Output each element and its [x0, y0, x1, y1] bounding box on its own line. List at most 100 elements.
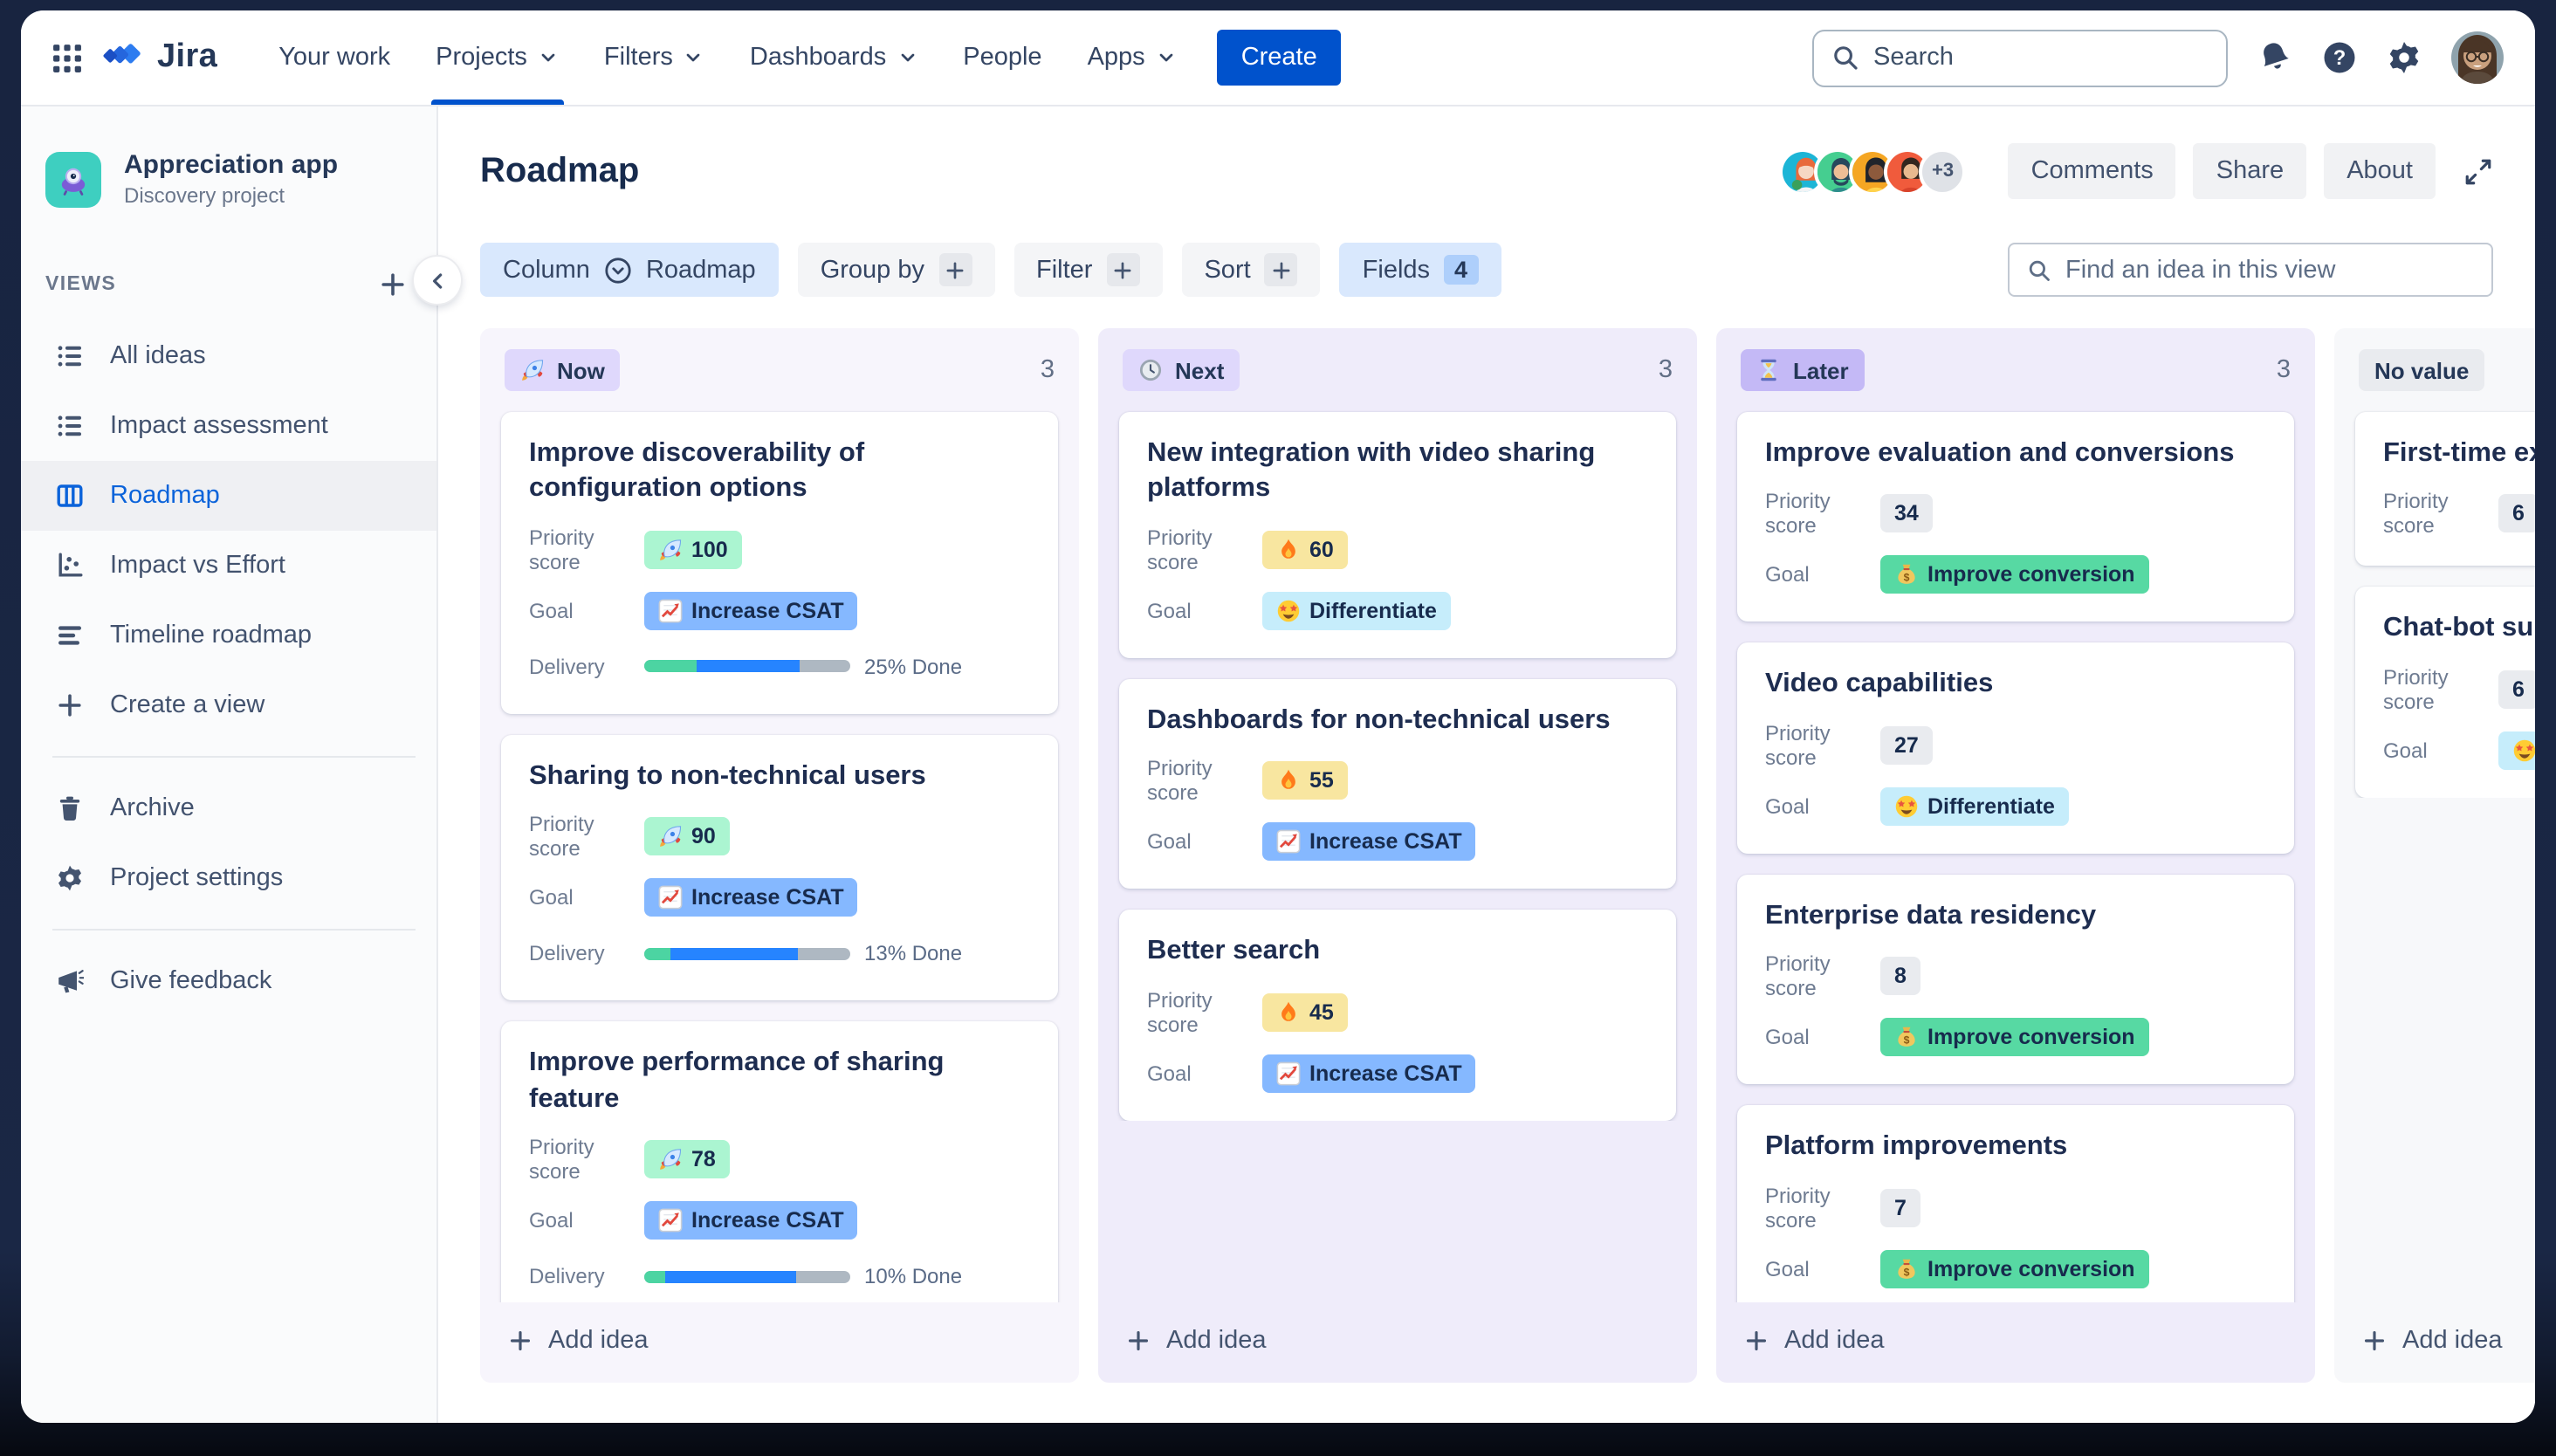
create-button[interactable]: Create [1216, 30, 1342, 86]
idea-card[interactable]: Platform improvements Priority score 7 G… [1737, 1105, 2294, 1302]
column-selector-chip[interactable]: Column Roadmap [480, 243, 779, 297]
card-title: Dashboards for non-technical users [1147, 704, 1611, 735]
nav-your-work[interactable]: Your work [256, 10, 413, 105]
idea-card[interactable]: Improve performance of sharing feature P… [501, 1021, 1058, 1302]
star-struck-icon [1276, 599, 1301, 623]
nav-dashboards[interactable]: Dashboards [727, 10, 940, 105]
list-icon [54, 342, 84, 370]
priority-score-pill: 100 [644, 530, 742, 569]
add-idea-button[interactable]: Add idea [1716, 1302, 2315, 1383]
rocket-icon [658, 825, 683, 849]
money-bag-icon [1894, 1257, 1919, 1281]
idea-card[interactable]: Video capabilities Priority score 27 Goa… [1737, 642, 2294, 854]
idea-card[interactable]: Enterprise data residency Priority score… [1737, 874, 2294, 1085]
priority-score-pill: 6 [2498, 494, 2535, 533]
idea-card[interactable]: First-time ex Priority score 6 [2355, 412, 2535, 567]
priority-score-pill: 78 [644, 1140, 730, 1179]
chevron-down-icon [1156, 47, 1177, 68]
column-badge-later: Later [1741, 349, 1865, 391]
app-switcher-button[interactable] [52, 43, 82, 72]
nav-apps[interactable]: Apps [1065, 10, 1199, 105]
card-title: Chat-bot sup [2383, 613, 2535, 643]
card-title: Improve discoverability of configuration… [529, 438, 865, 504]
notifications-button[interactable] [2257, 40, 2292, 75]
progress-bar [644, 947, 850, 960]
settings-button[interactable] [2387, 40, 2422, 75]
priority-score-pill: 27 [1880, 725, 1933, 765]
sort-chip[interactable]: Sort [1181, 243, 1321, 297]
goal-pill: Differentiate [1262, 591, 1451, 630]
sidebar-item-impact-assessment[interactable]: Impact assessment [21, 391, 436, 461]
column-header: Later 3 [1716, 328, 2315, 409]
column-next: Next 3 New integration with video sharin… [1098, 328, 1697, 1383]
sidebar-item-all-ideas[interactable]: All ideas [21, 321, 436, 391]
sidebar-item-give-feedback[interactable]: Give feedback [21, 946, 436, 1016]
about-button[interactable]: About [2324, 143, 2436, 199]
sidebar-item-create-view[interactable]: Create a view [21, 670, 436, 740]
add-view-button[interactable] [379, 271, 407, 299]
add-idea-button[interactable]: Add idea [480, 1302, 1079, 1383]
card-title: Video capabilities [1765, 669, 1994, 699]
find-idea-input[interactable] [2065, 256, 2474, 284]
priority-score-label: Priority score [529, 1135, 594, 1185]
top-navigation: Jira Your work Projects Filters Dashboar… [21, 10, 2535, 106]
sidebar-item-project-settings[interactable]: Project settings [21, 843, 436, 913]
global-search-input[interactable] [1873, 44, 2209, 72]
idea-card[interactable]: Better search Priority score 45 Goal Inc… [1119, 910, 1676, 1121]
priority-score-pill: 45 [1262, 992, 1348, 1032]
fields-chip[interactable]: Fields 4 [1339, 243, 1501, 297]
add-idea-button[interactable]: Add idea [2334, 1302, 2535, 1383]
star-struck-icon [1894, 794, 1919, 819]
goal-pill: Increase CSAT [644, 591, 858, 630]
global-search[interactable] [1812, 29, 2228, 86]
user-avatar[interactable] [2451, 31, 2504, 84]
nav-projects[interactable]: Projects [413, 10, 581, 105]
goal-pill: Differentiate [1880, 786, 2069, 826]
progress-done-label: 25% Done [864, 654, 963, 679]
project-header[interactable]: Appreciation app Discovery project [21, 150, 436, 208]
list-icon [54, 412, 84, 440]
sidebar-item-timeline-roadmap[interactable]: Timeline roadmap [21, 601, 436, 670]
priority-score-pill: 60 [1262, 530, 1348, 569]
column-badge-next: Next [1123, 349, 1240, 391]
idea-card[interactable]: Improve evaluation and conversions Prior… [1737, 412, 2294, 622]
plus-icon [379, 271, 407, 299]
goal-label: Goal [1765, 562, 1810, 587]
nav-people[interactable]: People [940, 10, 1064, 105]
chevron-down-icon [897, 47, 917, 68]
delivery-label: Delivery [529, 941, 605, 966]
comments-button[interactable]: Comments [2008, 143, 2176, 199]
idea-card[interactable]: Sharing to non-technical users Priority … [501, 734, 1058, 1001]
plus-icon [1744, 1329, 1769, 1353]
sidebar-item-archive[interactable]: Archive [21, 773, 436, 843]
idea-card[interactable]: Chat-bot sup Priority score 6 Goal [2355, 587, 2535, 798]
filter-chip[interactable]: Filter [1013, 243, 1163, 297]
rocket-icon [658, 538, 683, 562]
help-button[interactable] [2322, 40, 2357, 75]
column-count: 3 [2276, 356, 2291, 384]
delivery-label: Delivery [529, 1264, 605, 1289]
sidebar-item-impact-vs-effort[interactable]: Impact vs Effort [21, 531, 436, 601]
nav-filters[interactable]: Filters [581, 10, 727, 105]
goal-label: Goal [529, 598, 574, 623]
goal-label: Goal [1765, 793, 1810, 819]
priority-score-pill: 90 [644, 817, 730, 856]
column-now: Now 3 Improve discoverability of configu… [480, 328, 1079, 1383]
jira-brand[interactable]: Jira [103, 38, 217, 77]
progress-done-label: 10% Done [864, 1264, 963, 1289]
add-idea-button[interactable]: Add idea [1098, 1302, 1697, 1383]
collapse-sidebar-button[interactable] [414, 257, 461, 304]
find-idea-search[interactable] [2008, 243, 2493, 297]
card-title: Improve performance of sharing feature [529, 1047, 945, 1114]
avatar-photo [2451, 31, 2504, 84]
share-button[interactable]: Share [2193, 143, 2307, 199]
fullscreen-button[interactable] [2463, 156, 2493, 186]
avatar-overflow-badge[interactable]: +3 [1919, 148, 1967, 195]
plus-icon [1126, 1329, 1151, 1353]
primary-nav: Your work Projects Filters Dashboards Pe… [256, 10, 1199, 105]
idea-card[interactable]: Dashboards for non-technical users Prior… [1119, 678, 1676, 889]
sidebar-item-roadmap[interactable]: Roadmap [21, 461, 436, 531]
idea-card[interactable]: New integration with video sharing platf… [1119, 412, 1676, 658]
group-by-chip[interactable]: Group by [797, 243, 994, 297]
idea-card[interactable]: Improve discoverability of configuration… [501, 412, 1058, 714]
